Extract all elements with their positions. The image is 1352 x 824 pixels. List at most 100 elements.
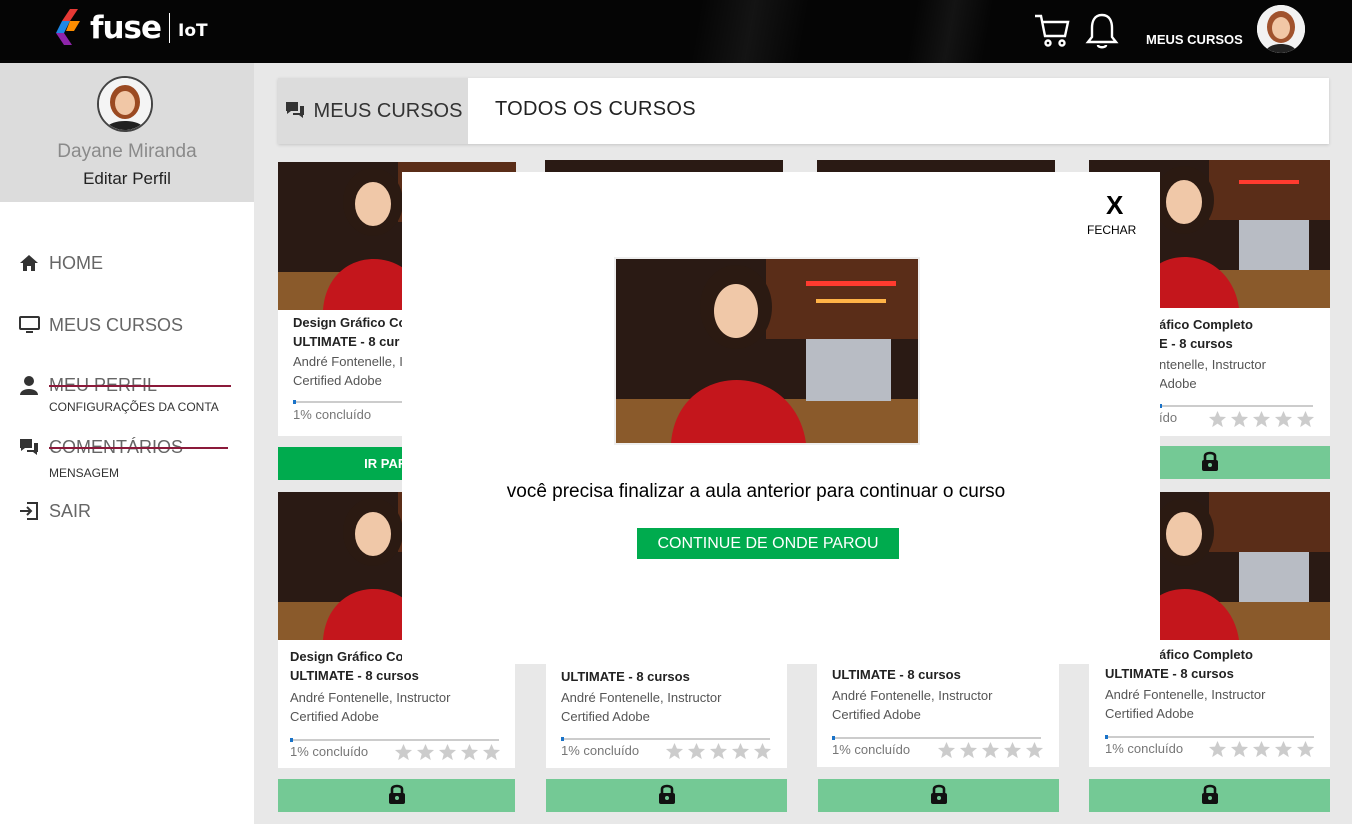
star-icon[interactable] [1296,410,1315,429]
course-title: Design Gráfico Co [293,315,407,330]
star-icon[interactable] [1208,740,1227,759]
rating-stars[interactable] [1208,410,1315,429]
star-icon[interactable] [1025,741,1044,760]
progress-bar [561,737,770,741]
course-instructor: Certified Adobe [1105,706,1194,721]
star-icon[interactable] [482,743,501,762]
lock-icon [388,783,406,808]
course-instructor: Certified Adobe [561,709,650,724]
rating-stars[interactable] [937,741,1044,760]
star-icon[interactable] [1230,410,1249,429]
locked-course-button[interactable] [546,779,787,812]
course-tabs: MEUS CURSOS TODOS OS CURSOS [278,78,1329,144]
rating-stars[interactable] [394,743,501,762]
star-icon[interactable] [937,741,956,760]
progress-bar [290,738,499,742]
lock-icon [1201,450,1219,475]
sidebar-item-label: MEUS CURSOS [49,314,184,335]
fuse-logo[interactable]: fuse IoT [56,2,208,54]
star-icon[interactable] [981,741,1000,760]
course-title: ULTIMATE - 8 cursos [1105,666,1234,681]
sidebar-item-label: SAIR [49,500,92,521]
locked-course-button[interactable] [278,779,515,812]
modal-message: você precisa finalizar a aula anterior p… [506,481,1006,502]
star-icon[interactable] [709,742,728,761]
sidebar-item-my-courses[interactable]: MEUS CURSOS [18,314,183,336]
star-icon[interactable] [1208,410,1227,429]
strike-line [49,447,228,449]
close-icon[interactable]: X [1106,190,1123,221]
sidebar-subitem-account-settings[interactable]: CONFIGURAÇÕES DA CONTA [49,400,219,414]
course-title: ULTIMATE - 8 cursos [561,669,690,684]
course-instructor: André Fontenelle, Instructor [561,690,722,705]
star-icon[interactable] [416,743,435,762]
sidebar-item-logout[interactable]: SAIR [18,500,91,522]
lock-icon [930,783,948,808]
star-icon[interactable] [1230,740,1249,759]
course-instructor: André Fontenelle, I [293,354,403,369]
course-image [614,257,920,445]
star-icon[interactable] [1252,740,1271,759]
close-modal-label[interactable]: FECHAR [1087,223,1136,237]
user-name: Dayane Miranda [57,141,197,162]
button-label: CONTINUE DE ONDE PAROU [657,534,879,552]
course-instructor: André Fontenelle, Instructor [832,688,993,703]
sidebar-item-home[interactable]: HOME [18,252,103,274]
home-icon [18,252,40,274]
star-icon[interactable] [394,743,413,762]
logout-icon [18,500,40,522]
star-icon[interactable] [731,742,750,761]
progress-bar [1159,404,1313,408]
star-icon[interactable] [460,743,479,762]
course-instructor: Adobe [1159,376,1197,391]
star-icon[interactable] [665,742,684,761]
sidebar-avatar[interactable] [97,76,153,132]
course-instructor: Certified Adobe [293,373,382,388]
star-icon[interactable] [438,743,457,762]
course-instructor: ntenelle, Instructor [1159,357,1266,372]
star-icon[interactable] [687,742,706,761]
star-icon[interactable] [1003,741,1022,760]
progress-bar [832,736,1041,740]
header-my-courses-link[interactable]: MEUS CURSOS [1146,32,1243,47]
logo-divider [169,13,171,43]
course-instructor: André Fontenelle, Instructor [1105,687,1266,702]
tab-all-courses[interactable]: TODOS OS CURSOS [495,98,696,121]
cart-icon[interactable] [1034,12,1070,53]
rating-stars[interactable] [1208,740,1315,759]
locked-course-button[interactable] [818,779,1059,812]
sidebar-subitem-message[interactable]: MENSAGEM [49,466,119,480]
header-avatar[interactable] [1257,5,1305,53]
tab-my-courses[interactable]: MEUS CURSOS [278,78,468,144]
star-icon[interactable] [1252,410,1271,429]
progress-text: ído [1159,410,1178,425]
progress-text: 1% concluído [1105,741,1184,756]
star-icon[interactable] [1296,740,1315,759]
progress-text: 1% concluído [293,407,372,422]
locked-lesson-modal: X FECHAR você precisa finalizar a aula a… [402,172,1160,664]
course-title: ULTIMATE - 8 cursos [832,667,961,682]
sidebar-profile: Dayane Miranda Editar Perfil [0,63,254,202]
star-icon[interactable] [1274,740,1293,759]
user-icon [18,374,40,396]
star-icon[interactable] [1274,410,1293,429]
star-icon[interactable] [753,742,772,761]
edit-profile-link[interactable]: Editar Perfil [0,169,254,189]
progress-bar [1105,735,1314,739]
course-title: ULTIMATE - 8 cur [293,334,400,349]
locked-course-button[interactable] [1089,779,1330,812]
star-icon[interactable] [959,741,978,760]
course-title: E - 8 cursos [1159,336,1233,351]
continue-button[interactable]: CONTINUE DE ONDE PAROU [637,528,899,559]
course-title: áfico Completo [1159,317,1253,332]
bell-icon[interactable] [1085,12,1119,55]
lock-icon [1201,783,1219,808]
course-title: Design Gráfico Co [290,649,404,664]
course-instructor: Certified Adobe [290,709,379,724]
fuse-logo-icon [56,5,88,51]
progress-bar [293,400,403,404]
comments-icon [18,436,40,458]
rating-stars[interactable] [665,742,772,761]
tab-label: MEUS CURSOS [313,99,463,122]
course-title: áfico Completo [1159,647,1253,662]
